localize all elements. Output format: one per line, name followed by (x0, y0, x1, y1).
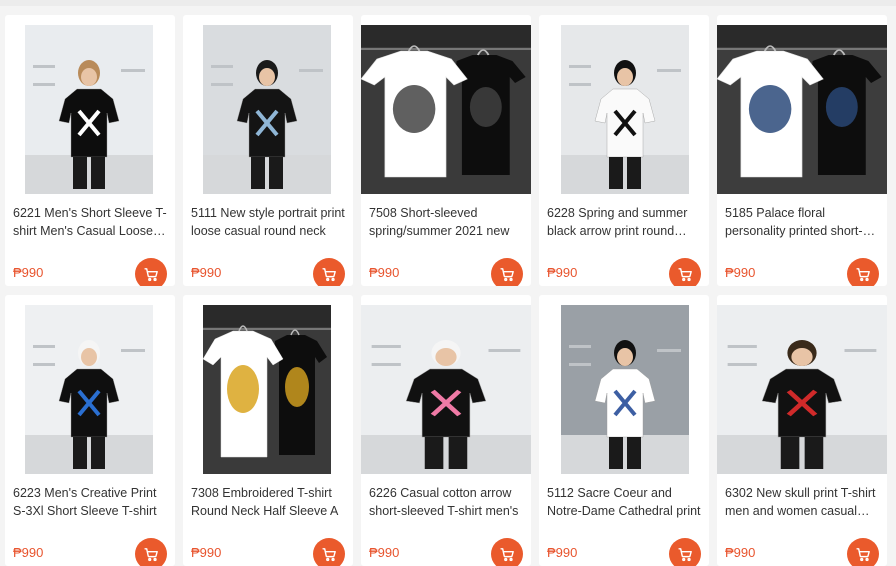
add-to-cart-button[interactable] (491, 258, 523, 286)
product-price: ₱990 (191, 265, 222, 280)
shopping-cart-icon (499, 266, 516, 283)
product-title[interactable]: 6221 Men's Short Sleeve T-shirt Men's Ca… (13, 204, 167, 240)
shopping-cart-icon (499, 546, 516, 563)
add-to-cart-button[interactable] (669, 538, 701, 566)
product-title[interactable]: 7308 Embroidered T-shirt Round Neck Half… (191, 484, 345, 520)
shopping-cart-icon (321, 266, 338, 283)
product-price: ₱990 (725, 545, 756, 560)
shopping-cart-icon (143, 266, 160, 283)
product-card[interactable]: 5111 New style portrait print loose casu… (183, 15, 353, 286)
product-card[interactable]: 6221 Men's Short Sleeve T-shirt Men's Ca… (5, 15, 175, 286)
add-to-cart-button[interactable] (669, 258, 701, 286)
product-card[interactable]: 6302 New skull print T-shirt men and wom… (717, 295, 887, 566)
product-title[interactable]: 5185 Palace floral personality printed s… (725, 204, 879, 240)
product-card[interactable]: 5185 Palace floral personality printed s… (717, 15, 887, 286)
add-to-cart-button[interactable] (847, 258, 879, 286)
product-price: ₱990 (13, 265, 44, 280)
product-image[interactable] (717, 305, 887, 474)
product-price: ₱990 (13, 545, 44, 560)
shopping-cart-icon (677, 546, 694, 563)
shopping-cart-icon (855, 546, 872, 563)
product-image[interactable] (717, 25, 887, 194)
shopping-cart-icon (321, 546, 338, 563)
add-to-cart-button[interactable] (847, 538, 879, 566)
add-to-cart-button[interactable] (135, 258, 167, 286)
shopping-cart-icon (143, 546, 160, 563)
product-card[interactable]: 5112 Sacre Coeur and Notre-Dame Cathedra… (539, 295, 709, 566)
product-image[interactable] (25, 25, 153, 194)
product-image[interactable] (561, 25, 689, 194)
product-image[interactable] (361, 305, 531, 474)
product-price: ₱990 (547, 265, 578, 280)
product-title[interactable]: 6228 Spring and summer black arrow print… (547, 204, 701, 240)
product-price: ₱990 (725, 265, 756, 280)
product-price: ₱990 (369, 265, 400, 280)
product-price: ₱990 (369, 545, 400, 560)
product-card[interactable]: 6228 Spring and summer black arrow print… (539, 15, 709, 286)
product-image[interactable] (203, 305, 331, 474)
shopping-cart-icon (855, 266, 872, 283)
product-price: ₱990 (191, 545, 222, 560)
shopping-cart-icon (677, 266, 694, 283)
add-to-cart-button[interactable] (313, 538, 345, 566)
product-title[interactable]: 7508 Short-sleeved spring/summer 2021 ne… (369, 204, 523, 240)
product-image[interactable] (361, 25, 531, 194)
product-title[interactable]: 5111 New style portrait print loose casu… (191, 204, 345, 240)
product-price: ₱990 (547, 545, 578, 560)
add-to-cart-button[interactable] (135, 538, 167, 566)
product-card[interactable]: 7308 Embroidered T-shirt Round Neck Half… (183, 295, 353, 566)
product-image[interactable] (561, 305, 689, 474)
product-card[interactable]: 7508 Short-sleeved spring/summer 2021 ne… (361, 15, 531, 286)
product-title[interactable]: 6226 Casual cotton arrow short-sleeved T… (369, 484, 523, 520)
product-image[interactable] (203, 25, 331, 194)
add-to-cart-button[interactable] (491, 538, 523, 566)
product-title[interactable]: 6302 New skull print T-shirt men and wom… (725, 484, 879, 520)
product-grid: 6221 Men's Short Sleeve T-shirt Men's Ca… (0, 0, 896, 566)
product-image[interactable] (25, 305, 153, 474)
product-title[interactable]: 5112 Sacre Coeur and Notre-Dame Cathedra… (547, 484, 701, 520)
product-card[interactable]: 6223 Men's Creative Print S-3Xl Short Sl… (5, 295, 175, 566)
product-card[interactable]: 6226 Casual cotton arrow short-sleeved T… (361, 295, 531, 566)
product-title[interactable]: 6223 Men's Creative Print S-3Xl Short Sl… (13, 484, 167, 520)
add-to-cart-button[interactable] (313, 258, 345, 286)
